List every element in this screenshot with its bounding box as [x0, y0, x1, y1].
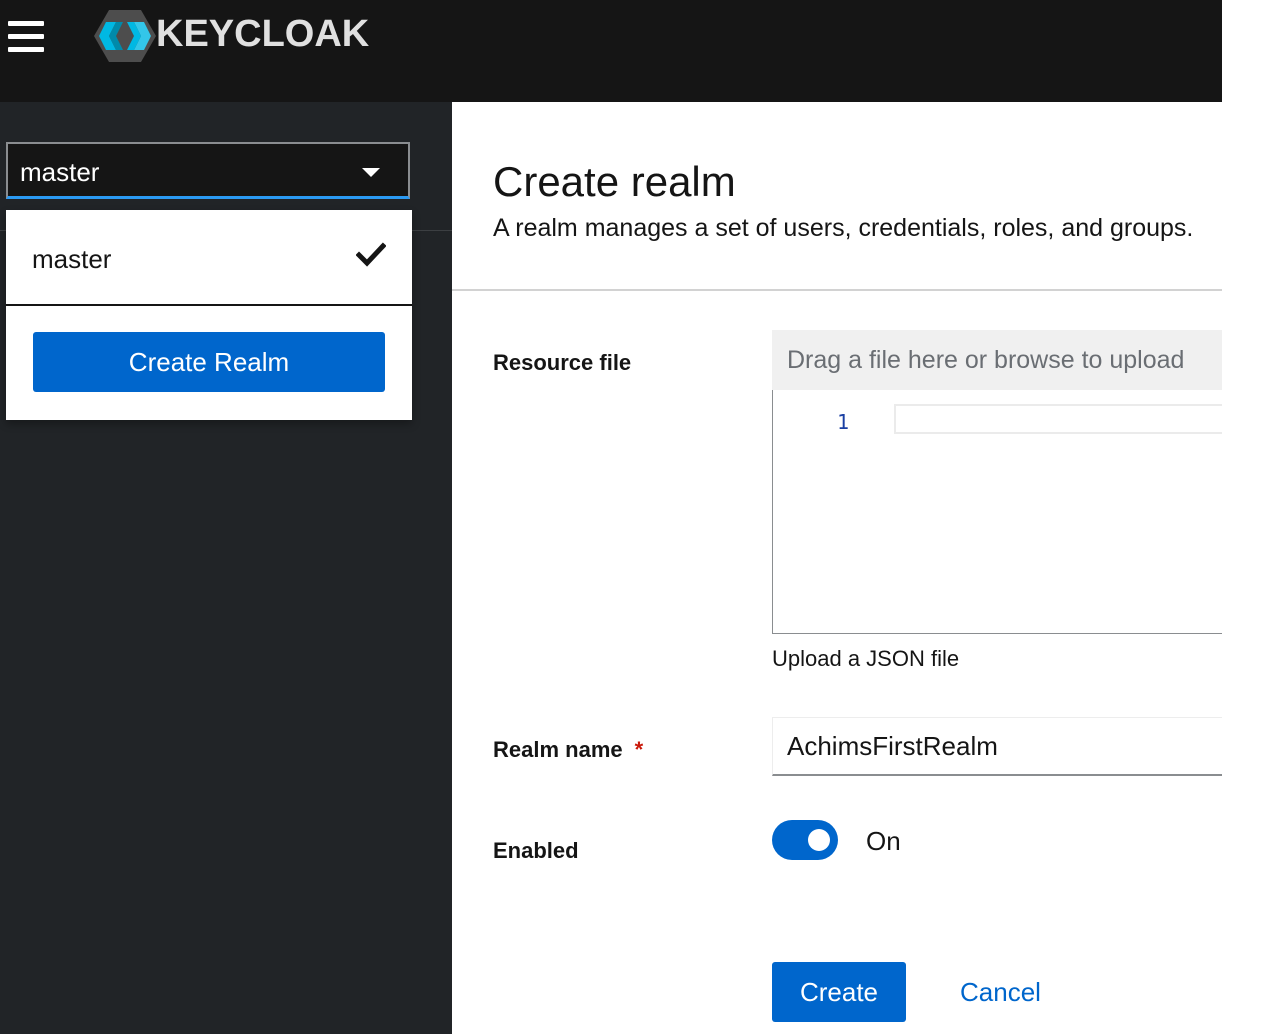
page-description: A realm manages a set of users, credenti…	[493, 214, 1194, 242]
hamburger-icon[interactable]	[8, 21, 44, 53]
realm-menu-item-master[interactable]: master	[6, 210, 412, 306]
realm-menu-item-label: master	[32, 244, 112, 274]
resource-file-label: Resource file	[493, 350, 632, 375]
editor-current-line[interactable]	[894, 404, 1222, 434]
code-editor[interactable]: 1	[772, 390, 1222, 634]
brand-logo[interactable]: KEYCLOAK	[92, 8, 369, 64]
create-realm-button[interactable]: Create Realm	[33, 332, 385, 392]
editor-line-number: 1	[837, 410, 850, 434]
file-upload: Drag a file here or browse to upload 1	[772, 330, 1222, 634]
realm-name-input[interactable]	[772, 717, 1222, 776]
sidebar: master master Create Realm	[0, 102, 452, 1034]
enabled-toggle[interactable]	[772, 820, 838, 860]
realm-name-label: Realm name *	[493, 737, 643, 763]
file-drop-zone[interactable]: Drag a file here or browse to upload	[772, 330, 1222, 391]
upload-placeholder: Drag a file here or browse to upload	[787, 346, 1185, 374]
main-content: Create realm A realm manages a set of us…	[452, 102, 1222, 1034]
realm-selector[interactable]: master	[6, 142, 410, 199]
section-divider	[452, 289, 1222, 291]
keycloak-logo-icon	[94, 10, 156, 62]
create-button[interactable]: Create	[772, 962, 906, 1022]
enabled-state-label: On	[866, 826, 901, 856]
enabled-label: Enabled	[493, 838, 579, 863]
check-icon	[356, 242, 386, 267]
realm-selector-value: master	[20, 157, 100, 187]
page-title: Create realm	[493, 158, 736, 205]
cancel-button[interactable]: Cancel	[942, 962, 1062, 1022]
upload-helper-text: Upload a JSON file	[772, 646, 960, 671]
realm-dropdown-menu: master Create Realm	[6, 210, 412, 420]
realm-name-label-text: Realm name	[493, 737, 623, 762]
toggle-knob	[808, 829, 830, 851]
brand-text: KEYCLOAK	[156, 12, 370, 55]
right-margin	[1222, 0, 1280, 1034]
masthead: KEYCLOAK	[0, 0, 1222, 102]
caret-down-icon	[362, 168, 380, 177]
required-marker: *	[634, 737, 644, 762]
